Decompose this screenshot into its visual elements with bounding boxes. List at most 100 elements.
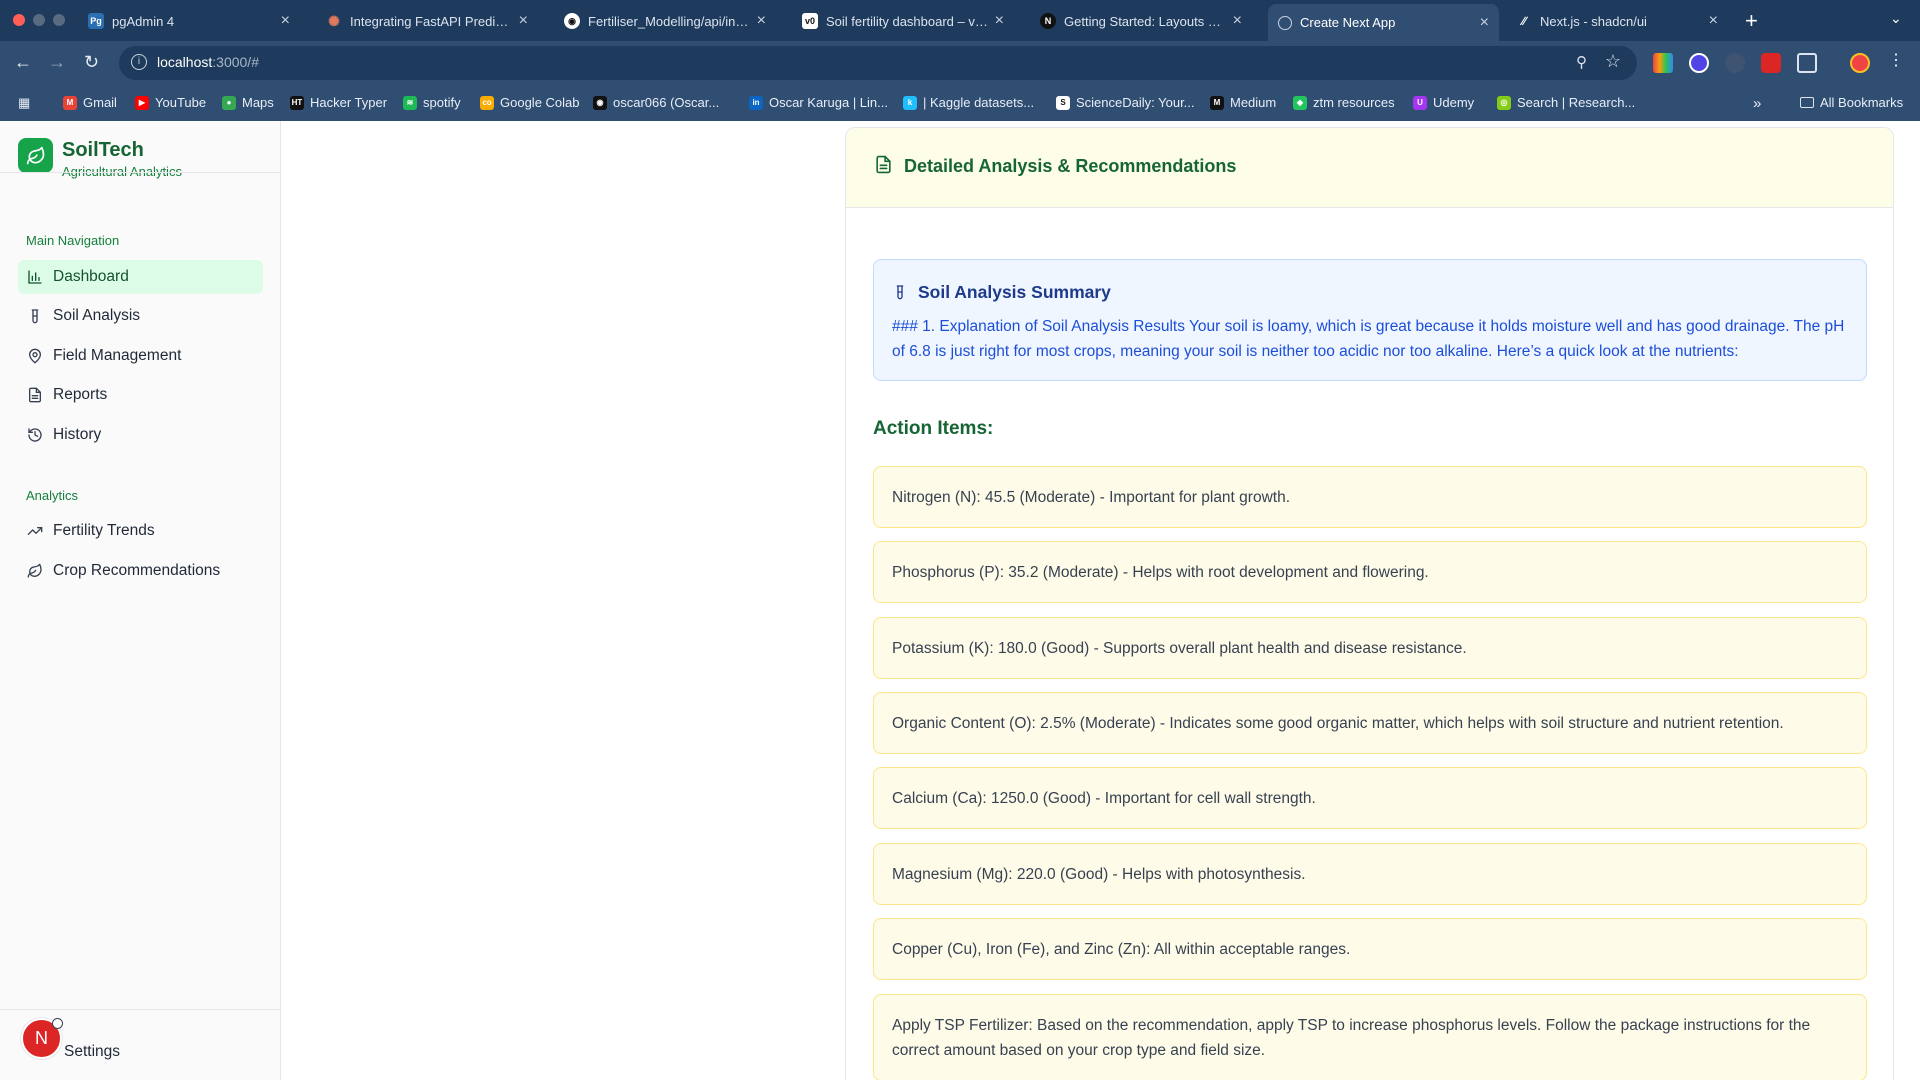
tab-title: pgAdmin 4 <box>112 13 175 29</box>
close-tab-icon[interactable]: × <box>519 12 528 30</box>
bookmark-label: Udemy <box>1433 95 1475 110</box>
bookmark-label: ScienceDaily: Your... <box>1076 95 1195 110</box>
sidebar-footer-divider <box>0 1009 281 1010</box>
action-item-text: Phosphorus (P): 35.2 (Moderate) - Helps … <box>892 563 1429 581</box>
browser-tab[interactable]: Pg pgAdmin 4 × <box>78 6 300 36</box>
tab-title: Soil fertility dashboard – v0 b <box>826 13 989 29</box>
close-window-button[interactable] <box>13 14 25 26</box>
all-bookmarks-label: All Bookmarks <box>1820 95 1904 110</box>
browser-tab[interactable]: ✺ Integrating FastAPI Prediction × <box>316 6 538 36</box>
analysis-card: Detailed Analysis & Recommendations Soil… <box>845 127 1894 1080</box>
bookmark-item[interactable]: U Udemy <box>1413 95 1474 110</box>
url-text[interactable]: localhost:3000/# <box>157 54 259 70</box>
close-tab-icon[interactable]: × <box>757 12 766 30</box>
browser-tab[interactable]: v0 Soil fertility dashboard – v0 b × <box>792 6 1014 36</box>
close-tab-icon[interactable]: × <box>1480 14 1489 32</box>
extension-audio-icon[interactable] <box>1689 53 1709 73</box>
forward-arrow-icon[interactable]: → <box>48 52 66 73</box>
browser-tab-active[interactable]: Create Next App × <box>1268 4 1499 41</box>
extension-red-icon[interactable] <box>1761 53 1781 73</box>
url-host: localhost <box>157 54 213 70</box>
browser-tab[interactable]: ◉ Fertiliser_Modelling/api/index × <box>554 6 776 36</box>
bookmark-item[interactable]: k | Kaggle datasets... <box>903 95 1034 110</box>
bookmark-item[interactable]: ● Maps <box>222 95 274 110</box>
bookmark-label: Medium <box>1230 95 1277 110</box>
bookmark-favicon-icon: ▶ <box>135 95 149 110</box>
summary-title: Soil Analysis Summary <box>918 282 1111 302</box>
bookmark-label: Oscar Karuga | Lin... <box>769 95 888 110</box>
bookmark-star-icon[interactable]: ☆ <box>1605 51 1621 72</box>
file-text-icon <box>27 387 43 403</box>
sidebar-item-history[interactable]: History <box>18 418 263 452</box>
bookmark-item[interactable]: ◉ oscar066 (Oscar... <box>593 95 719 110</box>
action-item-text: Magnesium (Mg): 220.0 (Good) - Helps wit… <box>892 865 1306 883</box>
bookmark-item[interactable]: co Google Colab <box>480 95 580 110</box>
browser-tab[interactable]: ∕∕ Next.js - shadcn/ui × <box>1506 6 1728 36</box>
back-arrow-icon[interactable]: ← <box>14 52 32 73</box>
site-info-icon[interactable]: i <box>131 54 147 70</box>
sidebar-item-label: Field Management <box>53 347 182 364</box>
bookmark-item[interactable]: ▶ YouTube <box>135 95 206 110</box>
bookmark-label: Gmail <box>83 95 117 110</box>
extension-disabled-icon[interactable] <box>1725 53 1745 73</box>
bookmark-favicon-icon: k <box>903 95 917 110</box>
browser-menu-icon[interactable]: ⋮ <box>1888 53 1904 73</box>
bookmark-item[interactable]: ≋ spotify <box>403 95 461 110</box>
sidebar-divider <box>0 172 281 173</box>
browser-tab[interactable]: N Getting Started: Layouts and × <box>1030 6 1252 36</box>
action-item: Magnesium (Mg): 220.0 (Good) - Helps wit… <box>873 843 1867 905</box>
sidebar-item-label: Soil Analysis <box>53 307 141 324</box>
all-bookmarks-link[interactable]: All Bookmarks <box>1800 95 1903 110</box>
bookmark-item[interactable]: M Gmail <box>63 95 117 110</box>
address-bar[interactable]: i localhost:3000/# ⚲ ☆ <box>119 46 1637 80</box>
bookmark-label: oscar066 (Oscar... <box>613 95 720 110</box>
bookmark-favicon-icon: ◆ <box>1293 95 1307 110</box>
apps-grid-icon[interactable]: ▦ <box>18 95 30 111</box>
sidebar-item-crop-recommendations[interactable]: Crop Recommendations <box>18 554 263 588</box>
extension-color-icon[interactable] <box>1653 53 1673 73</box>
bookmark-item[interactable]: M Medium <box>1210 95 1276 110</box>
sidebar-item-label: Crop Recommendations <box>53 562 221 579</box>
bookmark-favicon-icon: S <box>1056 95 1070 110</box>
bookmark-label: spotify <box>423 95 461 110</box>
maximize-window-button[interactable] <box>53 14 65 26</box>
bookmark-item[interactable]: in Oscar Karuga | Lin... <box>749 95 888 110</box>
minimize-window-button[interactable] <box>33 14 45 26</box>
avatar-status-dot <box>52 1018 63 1029</box>
bookmark-item[interactable]: HT Hacker Typer <box>290 95 387 110</box>
bookmark-item[interactable]: S ScienceDaily: Your... <box>1056 95 1195 110</box>
bookmark-item[interactable]: ◆ ztm resources <box>1293 95 1395 110</box>
sidebar-item-soil-analysis[interactable]: Soil Analysis <box>18 299 263 333</box>
bar-chart-icon <box>27 269 43 285</box>
tab-title: Fertiliser_Modelling/api/index <box>588 13 751 29</box>
extensions-puzzle-icon[interactable] <box>1797 53 1817 73</box>
globe-icon <box>1278 15 1292 30</box>
bookmark-favicon-icon: M <box>63 95 77 110</box>
sidebar-item-label: Dashboard <box>53 268 129 285</box>
bookmark-favicon-icon: co <box>480 95 494 110</box>
browser-toolbar: ← → ↻ i localhost:3000/# ⚲ ☆ <box>0 41 1920 86</box>
bookmark-label: ztm resources <box>1313 95 1395 110</box>
zoom-icon[interactable]: ⚲ <box>1576 53 1587 71</box>
bookmark-favicon-icon: U <box>1413 95 1427 110</box>
folder-icon <box>1800 97 1814 108</box>
sidebar-item-dashboard[interactable]: Dashboard <box>18 260 263 294</box>
bookmark-favicon-icon: ◉ <box>593 95 607 110</box>
close-tab-icon[interactable]: × <box>995 12 1004 30</box>
bookmark-label: | Kaggle datasets... <box>923 95 1035 110</box>
bookmark-item[interactable]: ◎ Search | Research... <box>1497 95 1635 110</box>
sidebar-item-fertility-trends[interactable]: Fertility Trends <box>18 514 263 548</box>
settings-label: Settings <box>64 1043 121 1060</box>
new-tab-icon[interactable]: + <box>1745 8 1758 34</box>
more-bookmarks-icon[interactable]: » <box>1753 95 1761 112</box>
sidebar-item-field-management[interactable]: Field Management <box>18 339 263 373</box>
close-tab-icon[interactable]: × <box>1709 12 1718 30</box>
tab-search-chevron-icon[interactable]: ⌄ <box>1890 10 1902 27</box>
close-tab-icon[interactable]: × <box>281 12 290 30</box>
brand-name: SoilTech <box>62 139 144 161</box>
profile-avatar-icon[interactable] <box>1850 53 1870 73</box>
reload-icon[interactable]: ↻ <box>84 52 99 73</box>
close-tab-icon[interactable]: × <box>1233 12 1242 30</box>
action-item-text: Nitrogen (N): 45.5 (Moderate) - Importan… <box>892 488 1290 506</box>
sidebar-item-reports[interactable]: Reports <box>18 378 263 412</box>
